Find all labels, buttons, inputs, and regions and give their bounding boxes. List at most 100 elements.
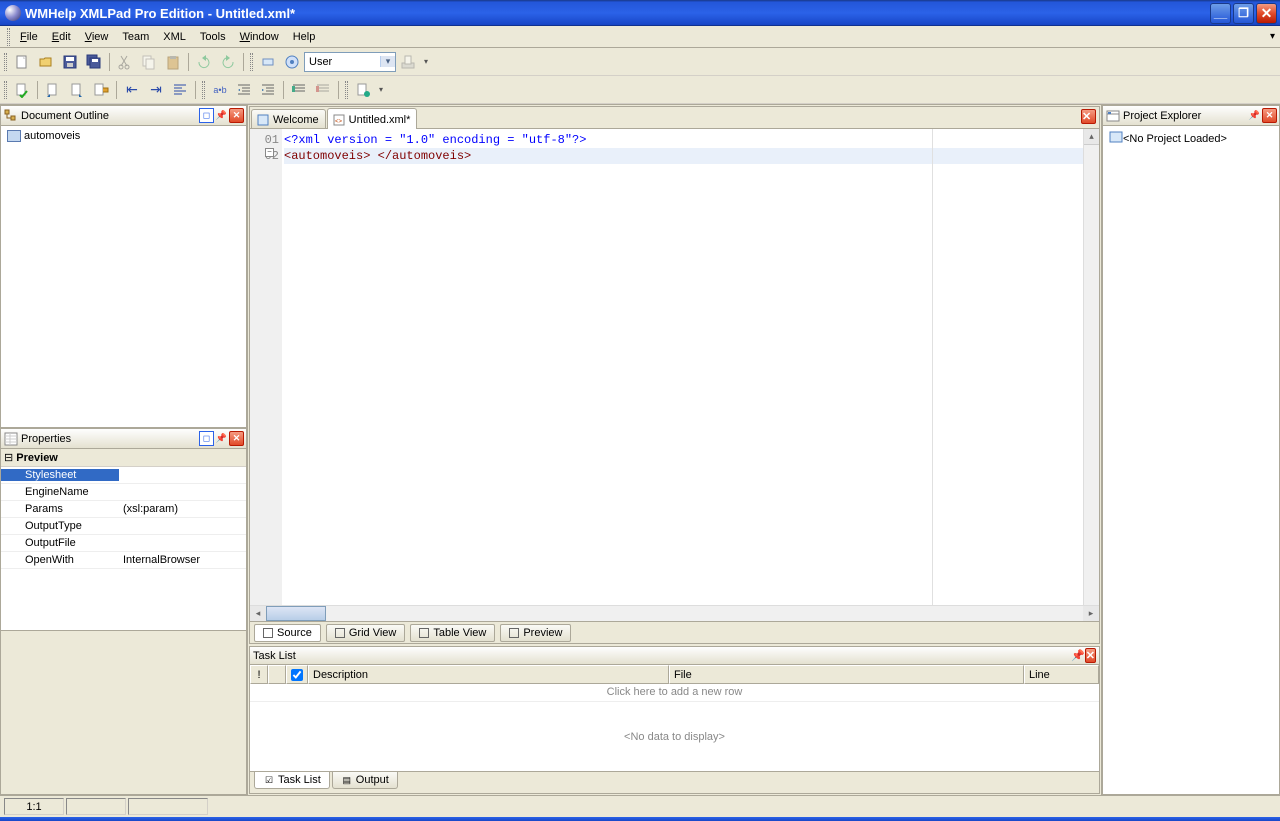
pin-icon[interactable]: 📌 <box>1247 108 1262 123</box>
gripper-icon[interactable] <box>4 81 7 99</box>
pin-icon[interactable]: 📌 <box>214 431 229 446</box>
close-panel-button[interactable]: ✕ <box>229 108 244 123</box>
menu-xml[interactable]: XML <box>156 29 193 45</box>
menu-window[interactable]: Window <box>233 29 286 45</box>
app-icon <box>5 5 21 21</box>
col-icon[interactable] <box>268 665 286 684</box>
gripper-icon[interactable] <box>7 28 10 46</box>
status-cursor-pos: 1:1 <box>4 798 64 815</box>
format-button[interactable] <box>169 79 191 101</box>
close-button[interactable]: ✕ <box>1256 3 1277 24</box>
col-description[interactable]: Description <box>308 665 669 684</box>
property-row-openwith[interactable]: OpenWithInternalBrowser <box>1 552 246 569</box>
cut-button[interactable] <box>114 51 136 73</box>
nav-back-button[interactable] <box>42 79 64 101</box>
menu-tools[interactable]: Tools <box>193 29 233 45</box>
menu-team[interactable]: Team <box>115 29 156 45</box>
indent-button[interactable]: ⇥ <box>145 79 167 101</box>
toolbar-overflow-icon[interactable]: ▾ <box>1270 31 1275 42</box>
tab-untitled[interactable]: <> Untitled.xml* <box>327 108 418 129</box>
col-file[interactable]: File <box>669 665 1024 684</box>
increase-indent-button[interactable] <box>257 79 279 101</box>
gripper-icon[interactable] <box>4 53 7 71</box>
col-done[interactable] <box>286 665 308 684</box>
close-panel-button[interactable]: ✕ <box>1085 648 1096 663</box>
tag-button[interactable] <box>257 51 279 73</box>
close-panel-button[interactable]: ✕ <box>229 431 244 446</box>
text-button[interactable]: a•b <box>209 79 231 101</box>
view-tab-table[interactable]: Table View <box>410 624 495 642</box>
project-explorer-icon <box>1105 108 1120 123</box>
save-button[interactable] <box>59 51 81 73</box>
pin-icon[interactable]: 📌 <box>214 108 229 123</box>
menu-file[interactable]: File <box>13 29 45 45</box>
xslt-button[interactable] <box>90 79 112 101</box>
minimize-button[interactable]: __ <box>1210 3 1231 24</box>
table-view-icon <box>419 628 429 638</box>
view-tab-source[interactable]: Source <box>254 624 321 642</box>
property-row-stylesheet[interactable]: Stylesheet <box>1 467 246 484</box>
nav-forward-button[interactable] <box>66 79 88 101</box>
decrease-indent-button[interactable] <box>233 79 255 101</box>
bookmark-button[interactable] <box>352 79 374 101</box>
outdent-button[interactable]: ⇤ <box>121 79 143 101</box>
copy-button[interactable] <box>138 51 160 73</box>
standard-toolbar: User ▾ ▾ <box>0 48 1280 76</box>
gripper-icon[interactable] <box>345 81 348 99</box>
horizontal-scrollbar[interactable]: ◂ ▸ <box>250 605 1099 621</box>
vertical-scrollbar[interactable]: ▴ <box>1083 129 1099 605</box>
fold-marker-icon[interactable]: − <box>265 148 274 157</box>
property-row-outputfile[interactable]: OutputFile <box>1 535 246 552</box>
scroll-right-button[interactable]: ▸ <box>1083 606 1099 621</box>
bottom-tab-tasklist[interactable]: ☑Task List <box>254 772 330 789</box>
redo-button[interactable] <box>217 51 239 73</box>
scroll-thumb[interactable] <box>266 606 326 621</box>
check-wellformed-button[interactable] <box>11 79 33 101</box>
open-file-button[interactable] <box>35 51 57 73</box>
close-tab-button[interactable]: ✕ <box>1081 109 1096 124</box>
status-cell-3 <box>128 798 208 815</box>
chevron-down-icon[interactable]: ▾ <box>376 79 386 101</box>
window-position-button[interactable]: ◻ <box>199 431 214 446</box>
dropdown-arrow-icon[interactable]: ▾ <box>380 56 395 67</box>
chevron-down-icon[interactable]: ▾ <box>421 51 431 73</box>
window-position-button[interactable]: ◻ <box>199 108 214 123</box>
menu-view[interactable]: View <box>78 29 116 45</box>
col-priority[interactable]: ! <box>250 665 268 684</box>
view-tab-preview[interactable]: Preview <box>500 624 571 642</box>
task-add-row[interactable]: Click here to add a new row <box>250 684 1099 702</box>
editor-tab-bar: Welcome <> Untitled.xml* ✕ <box>250 107 1099 129</box>
save-all-button[interactable] <box>83 51 105 73</box>
restore-button[interactable]: ❐ <box>1233 3 1254 24</box>
validate-button[interactable] <box>397 51 419 73</box>
assign-schema-button[interactable] <box>281 51 303 73</box>
pin-icon[interactable]: 📌 <box>1071 649 1085 662</box>
tab-welcome[interactable]: Welcome <box>251 109 326 128</box>
new-file-button[interactable] <box>11 51 33 73</box>
close-panel-button[interactable]: ✕ <box>1262 108 1277 123</box>
uncomment-button[interactable] <box>312 79 334 101</box>
property-row-outputtype[interactable]: OutputType <box>1 518 246 535</box>
property-row-params[interactable]: Params(xsl:param) <box>1 501 246 518</box>
comment-button[interactable] <box>288 79 310 101</box>
task-icon: ☑ <box>263 774 275 786</box>
gripper-icon[interactable] <box>250 53 253 71</box>
done-checkbox[interactable] <box>291 669 303 681</box>
schema-type-combo[interactable]: User ▾ <box>304 52 396 72</box>
welcome-icon <box>256 113 270 127</box>
col-line[interactable]: Line <box>1024 665 1099 684</box>
scroll-left-button[interactable]: ◂ <box>250 606 266 621</box>
view-tab-grid[interactable]: Grid View <box>326 624 405 642</box>
undo-button[interactable] <box>193 51 215 73</box>
gripper-icon[interactable] <box>202 81 205 99</box>
menu-edit[interactable]: Edit <box>45 29 78 45</box>
paste-button[interactable] <box>162 51 184 73</box>
code-area[interactable]: − <?xml version = "1.0" encoding = "utf-… <box>282 129 1083 605</box>
bottom-tab-output[interactable]: ▤Output <box>332 772 398 789</box>
outline-tree-root[interactable]: automoveis <box>4 129 243 143</box>
code-editor[interactable]: 01 02 − <?xml version = "1.0" encoding =… <box>250 129 1099 605</box>
menu-help[interactable]: Help <box>286 29 323 45</box>
property-row-enginename[interactable]: EngineName <box>1 484 246 501</box>
properties-section-header[interactable]: Preview <box>1 449 246 467</box>
outline-icon <box>3 108 18 123</box>
